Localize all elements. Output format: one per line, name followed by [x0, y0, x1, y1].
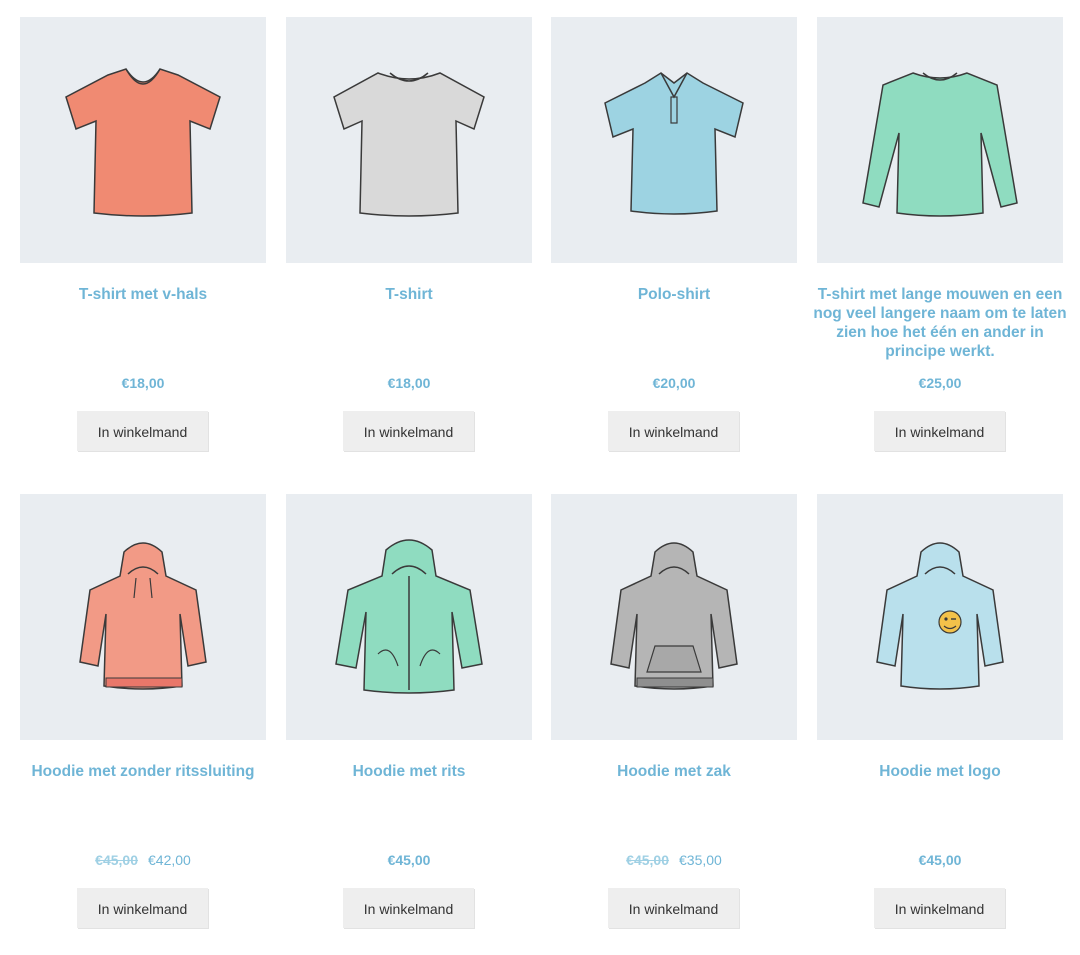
product-price: €45,00 — [387, 852, 431, 868]
product-grid: T-shirt met v-hals €18,00 In winkelmand … — [0, 0, 1080, 955]
product-image[interactable] — [20, 494, 266, 740]
pocket-hoodie-icon — [610, 542, 738, 690]
product-card: T-shirt met v-hals €18,00 In winkelmand — [20, 17, 266, 457]
product-image[interactable] — [551, 17, 797, 263]
product-image[interactable] — [286, 494, 532, 740]
product-title[interactable]: T-shirt met v-hals — [14, 285, 272, 304]
product-card: Hoodie met logo €45,00 In winkelmand — [817, 494, 1063, 934]
product-image[interactable] — [817, 494, 1063, 740]
product-card: T-shirt €18,00 In winkelmand — [286, 17, 532, 457]
logo-hoodie-icon — [876, 542, 1004, 690]
product-card: Hoodie met zak €45,00 €35,00 In winkelman… — [551, 494, 797, 934]
product-image[interactable] — [817, 17, 1063, 263]
product-price: €45,00 €42,00 — [20, 852, 266, 868]
add-to-cart-button[interactable]: In winkelmand — [77, 411, 208, 451]
product-price: €45,00 — [918, 852, 962, 868]
product-card: Hoodie met zonder ritssluiting €45,00 €42… — [20, 494, 266, 934]
add-to-cart-button[interactable]: In winkelmand — [343, 888, 474, 928]
vneck-tshirt-icon — [65, 68, 221, 217]
product-price: €18,00 — [121, 375, 165, 391]
product-title[interactable]: Hoodie met logo — [811, 762, 1069, 781]
add-to-cart-button[interactable]: In winkelmand — [874, 411, 1005, 451]
product-price: €18,00 — [387, 375, 431, 391]
product-card: T-shirt met lange mouwen en een nog veel… — [813, 17, 1067, 457]
product-card: Polo-shirt €20,00 In winkelmand — [551, 17, 797, 457]
add-to-cart-button[interactable]: In winkelmand — [874, 888, 1005, 928]
product-title[interactable]: Hoodie met rits — [280, 762, 538, 781]
sale-price: €42,00 — [148, 852, 191, 868]
add-to-cart-button[interactable]: In winkelmand — [608, 411, 739, 451]
product-title[interactable]: Polo-shirt — [545, 285, 803, 304]
product-image[interactable] — [551, 494, 797, 740]
hoodie-icon — [79, 542, 207, 690]
old-price: €45,00 — [626, 852, 669, 868]
product-title[interactable]: T-shirt — [280, 285, 538, 304]
product-card: Hoodie met rits €45,00 In winkelmand — [286, 494, 532, 934]
longsleeve-shirt-icon — [862, 72, 1018, 217]
product-title[interactable]: Hoodie met zak — [545, 762, 803, 781]
product-price: €45,00 €35,00 — [551, 852, 797, 868]
add-to-cart-button[interactable]: In winkelmand — [343, 411, 474, 451]
sale-price: €35,00 — [679, 852, 722, 868]
polo-shirt-icon — [604, 72, 744, 215]
old-price: €45,00 — [95, 852, 138, 868]
product-price: €20,00 — [652, 375, 696, 391]
add-to-cart-button[interactable]: In winkelmand — [608, 888, 739, 928]
add-to-cart-button[interactable]: In winkelmand — [77, 888, 208, 928]
product-image[interactable] — [20, 17, 266, 263]
zip-hoodie-icon — [335, 539, 483, 694]
product-image[interactable] — [286, 17, 532, 263]
product-price: €25,00 — [918, 375, 962, 391]
tshirt-icon — [333, 72, 485, 217]
product-title[interactable]: T-shirt met lange mouwen en een nog veel… — [811, 285, 1069, 361]
product-title[interactable]: Hoodie met zonder ritssluiting — [14, 762, 272, 781]
